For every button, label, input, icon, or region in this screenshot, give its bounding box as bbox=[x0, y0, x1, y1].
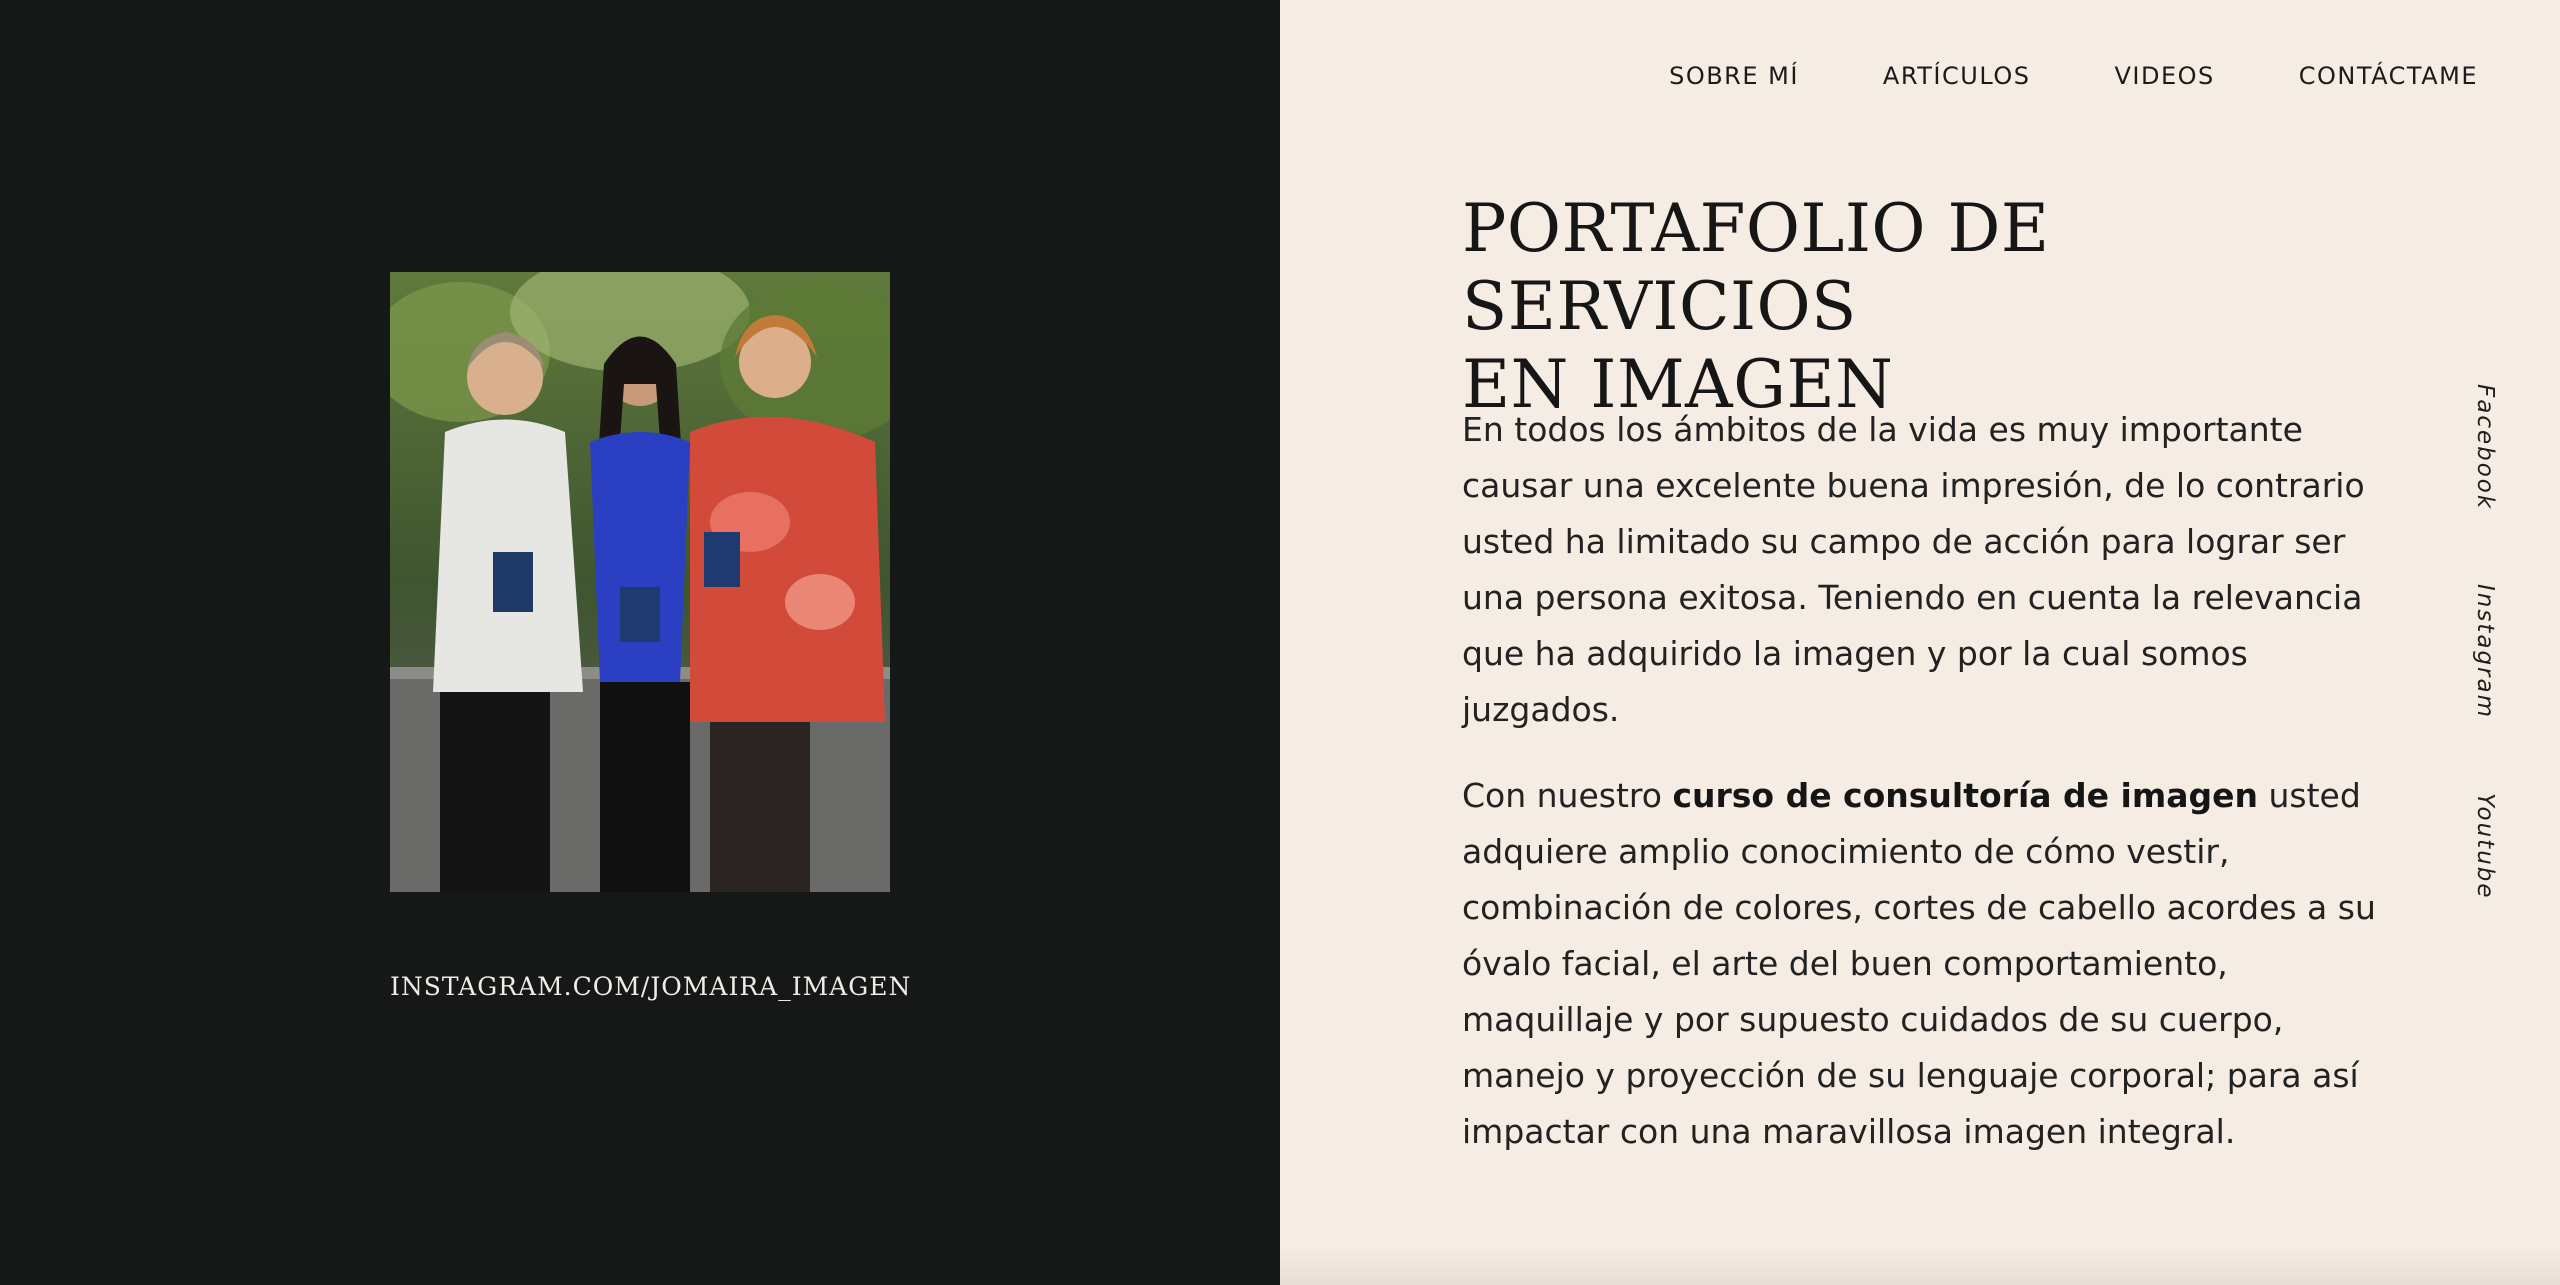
body-text: En todos los ámbitos de la vida es muy i… bbox=[1462, 402, 2382, 1190]
course-highlight: curso de consultoría de imagen bbox=[1672, 776, 2258, 815]
instagram-link[interactable]: INSTAGRAM.COM/JOMAIRA_IMAGEN bbox=[390, 972, 910, 1001]
intro-paragraph: En todos los ámbitos de la vida es muy i… bbox=[1462, 410, 2365, 729]
right-panel: SOBRE MÍ ARTÍCULOS VIDEOS CONTÁCTAME POR… bbox=[1280, 0, 2560, 1285]
nav-item-videos[interactable]: VIDEOS bbox=[2114, 62, 2214, 90]
photo-illustration bbox=[390, 272, 890, 892]
profile-photo bbox=[390, 272, 890, 892]
course-paragraph-start: Con nuestro bbox=[1462, 776, 1673, 815]
page-title: PORTAFOLIO DE SERVICIOS EN IMAGEN bbox=[1462, 190, 2382, 424]
page: INSTAGRAM.COM/JOMAIRA_IMAGEN SOBRE MÍ AR… bbox=[0, 0, 2560, 1285]
page-title-line1: PORTAFOLIO DE SERVICIOS bbox=[1462, 190, 2050, 345]
nav-item-sobre-mi[interactable]: SOBRE MÍ bbox=[1669, 62, 1799, 90]
course-paragraph: Con nuestro curso de consultoría de imag… bbox=[1462, 768, 2382, 1160]
social-link-facebook[interactable]: Facebook bbox=[2472, 384, 2498, 510]
nav-item-articulos[interactable]: ARTÍCULOS bbox=[1883, 62, 2031, 90]
top-nav: SOBRE MÍ ARTÍCULOS VIDEOS CONTÁCTAME bbox=[1669, 62, 2478, 90]
nav-item-contactame[interactable]: CONTÁCTAME bbox=[2299, 62, 2478, 90]
social-links: Facebook Instagram Youtube bbox=[2472, 384, 2498, 900]
social-link-instagram[interactable]: Instagram bbox=[2472, 584, 2498, 719]
left-panel: INSTAGRAM.COM/JOMAIRA_IMAGEN bbox=[0, 0, 1280, 1285]
social-link-youtube[interactable]: Youtube bbox=[2472, 793, 2498, 900]
course-paragraph-end: usted adquiere amplio conocimiento de có… bbox=[1462, 776, 2376, 1151]
